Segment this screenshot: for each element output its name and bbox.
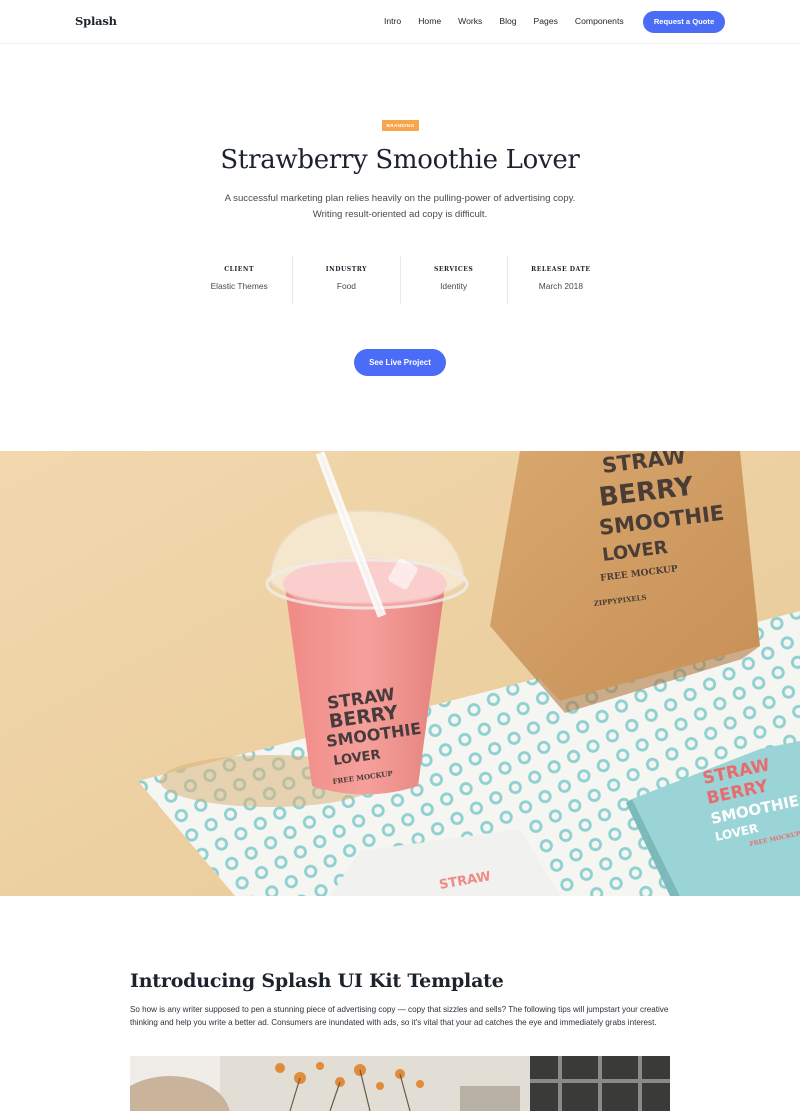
nav-link-works[interactable]: Works xyxy=(458,16,482,26)
article-photo xyxy=(130,1056,670,1111)
article-title: Introducing Splash UI Kit Template xyxy=(130,970,504,992)
main-nav: Intro Home Works Blog Pages Components xyxy=(384,16,624,26)
project-mockup-image: STRAW BERRY SMOOTHIE LOVER FREE MOCKUP Z… xyxy=(0,451,800,896)
page-title: Strawberry Smoothie Lover xyxy=(220,145,580,175)
nav-link-intro[interactable]: Intro xyxy=(384,16,401,26)
nav-link-home[interactable]: Home xyxy=(418,16,441,26)
meta-client: CLIENT Elastic Themes xyxy=(186,256,292,304)
meta-services: SERVICES Identity xyxy=(399,256,507,304)
nav-link-pages[interactable]: Pages xyxy=(534,16,558,26)
meta-value: Elastic Themes xyxy=(210,281,268,291)
nav-link-blog[interactable]: Blog xyxy=(499,16,516,26)
description-line-1: A successful marketing plan relies heavi… xyxy=(224,193,576,204)
meta-label: SERVICES xyxy=(433,266,474,273)
meta-release-date: RELEASE DATE March 2018 xyxy=(506,256,614,304)
meta-label: RELEASE DATE xyxy=(531,266,591,273)
category-badge: BRANDING xyxy=(382,120,419,131)
meta-label: INDUSTRY xyxy=(325,266,367,273)
navbar: Splash Intro Home Works Blog Pages Compo… xyxy=(0,0,800,44)
project-meta: CLIENT Elastic Themes INDUSTRY Food SERV… xyxy=(186,256,614,304)
see-live-project-button[interactable]: See Live Project xyxy=(354,349,446,376)
brand-logo[interactable]: Splash xyxy=(75,14,117,28)
article-body: So how is any writer supposed to pen a s… xyxy=(130,1005,669,1028)
meta-value: Identity xyxy=(440,281,468,291)
meta-value: March 2018 xyxy=(538,281,583,291)
meta-value: Food xyxy=(336,281,356,291)
meta-industry: INDUSTRY Food xyxy=(292,256,399,304)
nav-link-components[interactable]: Components xyxy=(575,16,624,26)
meta-label: CLIENT xyxy=(224,266,254,273)
project-description: A successful marketing plan relies heavi… xyxy=(200,191,600,223)
description-line-2: Writing result-oriented ad copy is diffi… xyxy=(312,209,488,220)
request-quote-button[interactable]: Request a Quote xyxy=(643,11,725,33)
